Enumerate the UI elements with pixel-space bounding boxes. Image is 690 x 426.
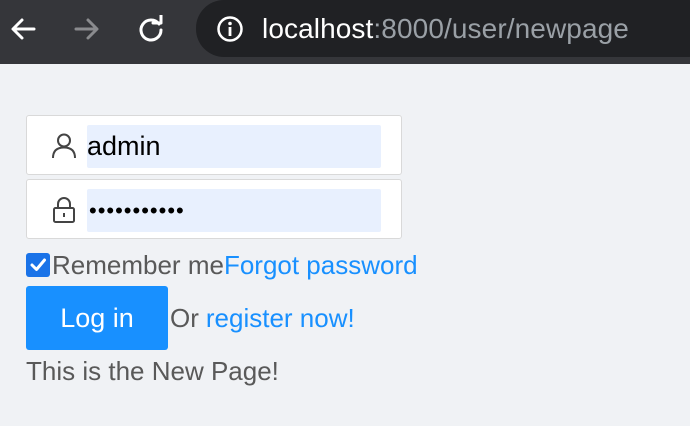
- forward-arrow-icon: [74, 18, 99, 40]
- user-icon: [52, 133, 76, 159]
- reload-button[interactable]: [130, 8, 172, 50]
- remember-checkbox[interactable]: [26, 253, 50, 277]
- back-arrow-icon: [11, 18, 36, 40]
- forward-button[interactable]: [66, 8, 108, 50]
- browser-toolbar: localhost:8000/user/newpage: [0, 0, 690, 64]
- reload-icon: [139, 15, 163, 42]
- url-host: localhost: [262, 13, 374, 44]
- info-icon[interactable]: [216, 15, 244, 43]
- lock-icon: [53, 197, 75, 223]
- forgot-password-link[interactable]: Forgot password: [224, 250, 418, 281]
- checkmark-icon: [30, 258, 46, 271]
- url-path: :8000/user/newpage: [373, 13, 629, 44]
- login-button[interactable]: Log in: [26, 286, 168, 350]
- url-text[interactable]: localhost:8000/user/newpage: [262, 11, 629, 47]
- back-button[interactable]: [2, 8, 44, 50]
- remember-row: Remember me Forgot password: [26, 247, 418, 283]
- login-row: Log in Or register now!: [26, 286, 355, 350]
- password-field[interactable]: •••••••••••: [26, 179, 402, 239]
- username-input[interactable]: [87, 125, 381, 168]
- password-input[interactable]: •••••••••••: [87, 189, 381, 232]
- page-message: This is the New Page!: [26, 356, 279, 386]
- address-bar[interactable]: localhost:8000/user/newpage: [196, 0, 690, 57]
- or-text: Or: [170, 302, 199, 333]
- username-field[interactable]: [26, 115, 402, 175]
- remember-me-label[interactable]: Remember me: [52, 250, 224, 281]
- register-link[interactable]: register now!: [206, 303, 355, 334]
